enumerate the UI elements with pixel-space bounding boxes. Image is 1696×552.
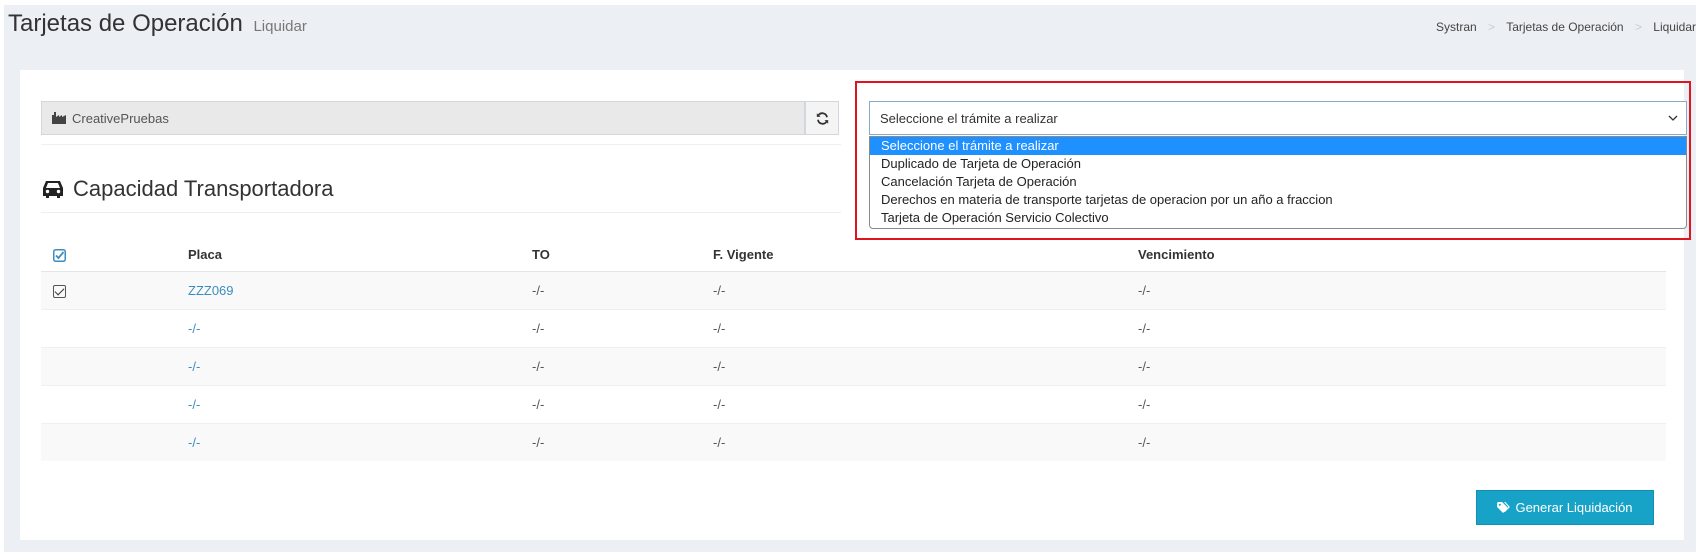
divider [41, 212, 841, 213]
company-field: CreativePruebas [41, 101, 805, 135]
table-header-row: Placa TO F. Vigente Vencimiento [41, 238, 1666, 272]
vencimiento-cell: -/- [1138, 270, 1666, 309]
vigente-cell: -/- [713, 422, 1138, 461]
breadcrumb-separator: > [1634, 20, 1642, 34]
placa-cell: -/- [188, 384, 532, 423]
plate-link[interactable]: -/- [188, 321, 200, 336]
tramite-select-value: Seleccione el trámite a realizar [880, 110, 1058, 126]
tramite-option-duplicado[interactable]: Duplicado de Tarjeta de Operación [870, 155, 1686, 173]
company-name: CreativePruebas [72, 110, 169, 126]
refresh-icon [816, 111, 829, 125]
page-title-text: Tarjetas de Operación [8, 10, 243, 37]
divider [41, 144, 841, 145]
vigente-cell: -/- [713, 270, 1138, 309]
plate-link[interactable]: -/- [188, 397, 200, 412]
placa-cell: ZZZ069 [188, 270, 532, 309]
vehicles-table: Placa TO F. Vigente Vencimiento ZZZ069 -… [41, 238, 1666, 461]
page-title: Tarjetas de Operación Liquidar [8, 10, 307, 38]
to-cell: -/- [532, 384, 713, 423]
generate-liquidation-button[interactable]: Generar Liquidación [1476, 490, 1654, 525]
breadcrumb-separator: > [1488, 20, 1496, 34]
plate-link[interactable]: -/- [188, 359, 200, 374]
vigente-cell: -/- [713, 346, 1138, 385]
column-header-placa: Placa [188, 238, 532, 272]
to-cell: -/- [532, 422, 713, 461]
plate-link[interactable]: -/- [188, 435, 200, 450]
select-all-header[interactable] [41, 238, 188, 272]
tramite-dropdown-list: Seleccione el trámite a realizar Duplica… [869, 136, 1687, 229]
breadcrumb-item-systran[interactable]: Systran [1436, 20, 1477, 34]
industry-icon [52, 112, 66, 124]
placa-cell: -/- [188, 308, 532, 347]
check-square-icon[interactable] [53, 248, 66, 262]
vencimiento-cell: -/- [1138, 346, 1666, 385]
page-subtitle: Liquidar [253, 18, 307, 35]
placa-cell: -/- [188, 422, 532, 461]
tramite-option-derechos[interactable]: Derechos en materia de transporte tarjet… [870, 191, 1686, 209]
to-cell: -/- [532, 346, 713, 385]
vencimiento-cell: -/- [1138, 422, 1666, 461]
row-select-cell [41, 270, 188, 309]
vigente-cell: -/- [713, 308, 1138, 347]
section-title-text: Capacidad Transportadora [73, 176, 334, 201]
generate-liquidation-label: Generar Liquidación [1515, 500, 1633, 515]
table-row: -/- -/- -/- -/- [41, 346, 1666, 385]
tramite-select[interactable]: Seleccione el trámite a realizar [869, 101, 1687, 135]
car-icon [41, 179, 65, 199]
table-row: -/- -/- -/- -/- [41, 308, 1666, 347]
breadcrumb-item-liquidar: Liquidar [1653, 20, 1696, 34]
section-title: Capacidad Transportadora [41, 176, 334, 202]
plate-link[interactable]: ZZZ069 [188, 283, 234, 298]
row-select-cell [41, 422, 188, 461]
placa-cell: -/- [188, 346, 532, 385]
column-header-vencimiento: Vencimiento [1138, 238, 1666, 272]
breadcrumb: Systran > Tarjetas de Operación > Liquid… [1436, 20, 1696, 34]
refresh-button[interactable] [805, 101, 839, 135]
column-header-vigente: F. Vigente [713, 238, 1138, 272]
breadcrumb-item-tarjetas[interactable]: Tarjetas de Operación [1506, 20, 1623, 34]
tramite-option-servicio-colectivo[interactable]: Tarjeta de Operación Servicio Colectivo [870, 209, 1686, 227]
table-row: ZZZ069 -/- -/- -/- [41, 270, 1666, 309]
to-cell: -/- [532, 308, 713, 347]
row-checkbox[interactable] [53, 284, 66, 298]
vencimiento-cell: -/- [1138, 384, 1666, 423]
table-row: -/- -/- -/- -/- [41, 384, 1666, 423]
vencimiento-cell: -/- [1138, 308, 1666, 347]
table-row: -/- -/- -/- -/- [41, 422, 1666, 461]
tramite-option-placeholder[interactable]: Seleccione el trámite a realizar [870, 137, 1686, 155]
column-header-to: TO [532, 238, 713, 272]
row-select-cell [41, 308, 188, 347]
to-cell: -/- [532, 270, 713, 309]
tramite-option-cancelacion[interactable]: Cancelación Tarjeta de Operación [870, 173, 1686, 191]
chevron-down-icon [1668, 111, 1678, 128]
row-select-cell [41, 384, 188, 423]
tag-icon [1497, 502, 1511, 513]
vigente-cell: -/- [713, 384, 1138, 423]
row-select-cell [41, 346, 188, 385]
